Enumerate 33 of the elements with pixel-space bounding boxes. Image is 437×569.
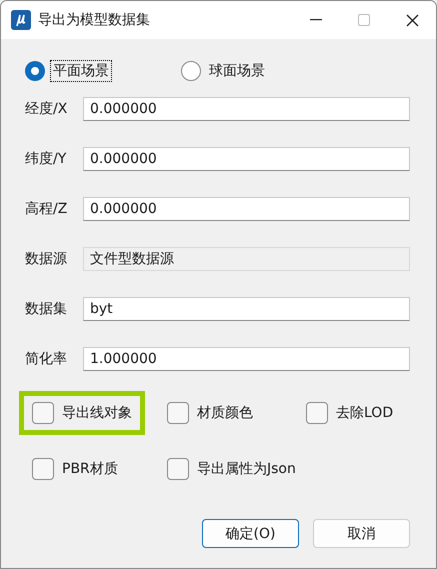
radio-label[interactable]: 平面场景 <box>51 61 111 81</box>
checkbox-label[interactable]: 材质颜色 <box>197 404 253 422</box>
input-field[interactable]: 文件型数据源 <box>83 247 410 271</box>
radio-label[interactable]: 球面场景 <box>207 61 267 81</box>
input-field[interactable]: 0.000000 <box>83 97 410 121</box>
checkbox[interactable] <box>167 402 189 424</box>
checkbox-label[interactable]: 去除LOD <box>336 404 394 422</box>
field-label: 简化率 <box>25 350 68 368</box>
minimize-icon[interactable] <box>310 19 322 21</box>
input-field[interactable]: 1.000000 <box>83 347 410 371</box>
checkbox[interactable] <box>167 458 189 480</box>
radio-button[interactable] <box>181 61 201 81</box>
window-title: 导出为模型数据集 <box>38 11 151 29</box>
field-label: 数据集 <box>25 300 68 318</box>
field-label: 数据源 <box>25 250 68 268</box>
ok-button[interactable]: 确定(O) <box>202 519 299 548</box>
close-icon[interactable] <box>406 14 418 26</box>
checkbox[interactable] <box>306 402 328 424</box>
maximize-icon[interactable] <box>358 14 370 26</box>
field-label: 高程/Z <box>25 200 68 218</box>
field-label: 经度/X <box>25 100 68 118</box>
checkbox[interactable] <box>32 402 54 424</box>
input-field[interactable]: 0.000000 <box>83 147 410 171</box>
checkbox-label[interactable]: 导出线对象 <box>62 404 132 422</box>
input-field[interactable]: 0.000000 <box>83 197 410 221</box>
input-field[interactable]: byt <box>83 297 410 321</box>
field-label: 纬度/Y <box>25 150 68 168</box>
cancel-button[interactable]: 取消 <box>313 519 410 548</box>
checkbox[interactable] <box>32 458 54 480</box>
app-logo-icon <box>11 10 31 30</box>
checkbox-label[interactable]: 导出属性为Json <box>197 460 296 478</box>
checkbox-label[interactable]: PBR材质 <box>62 460 118 478</box>
radio-button[interactable] <box>25 61 45 81</box>
